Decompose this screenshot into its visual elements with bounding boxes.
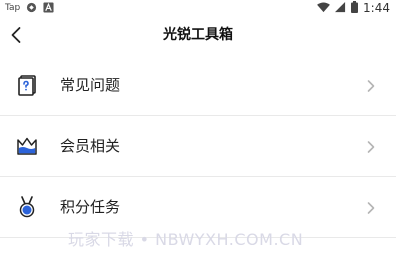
watermark: 玩家下载 • NBWYXH.COM.CN [68,230,304,249]
app-header: 光锐工具箱 [0,15,396,55]
medal-icon [16,196,38,218]
chevron-right-icon [366,139,376,153]
tap-app-label: Tap [5,2,21,13]
status-bar-right: 1:44 [317,0,390,15]
menu-item-label: 会员相关 [60,137,121,155]
question-document-icon [16,74,38,96]
chevron-right-icon [366,200,376,214]
crown-icon [16,135,38,157]
status-time: 1:44 [363,0,390,15]
status-bar: Tap 1:44 [0,0,396,15]
menu-item-faq[interactable]: 常见问题 [0,55,396,116]
menu-list: 常见问题 会员相关 积分任务 [0,55,396,238]
status-bar-left: Tap [5,1,54,14]
page-title: 光锐工具箱 [163,27,233,43]
menu-item-membership[interactable]: 会员相关 [0,116,396,177]
menu-item-label: 常见问题 [60,76,121,94]
chevron-right-icon [366,78,376,92]
